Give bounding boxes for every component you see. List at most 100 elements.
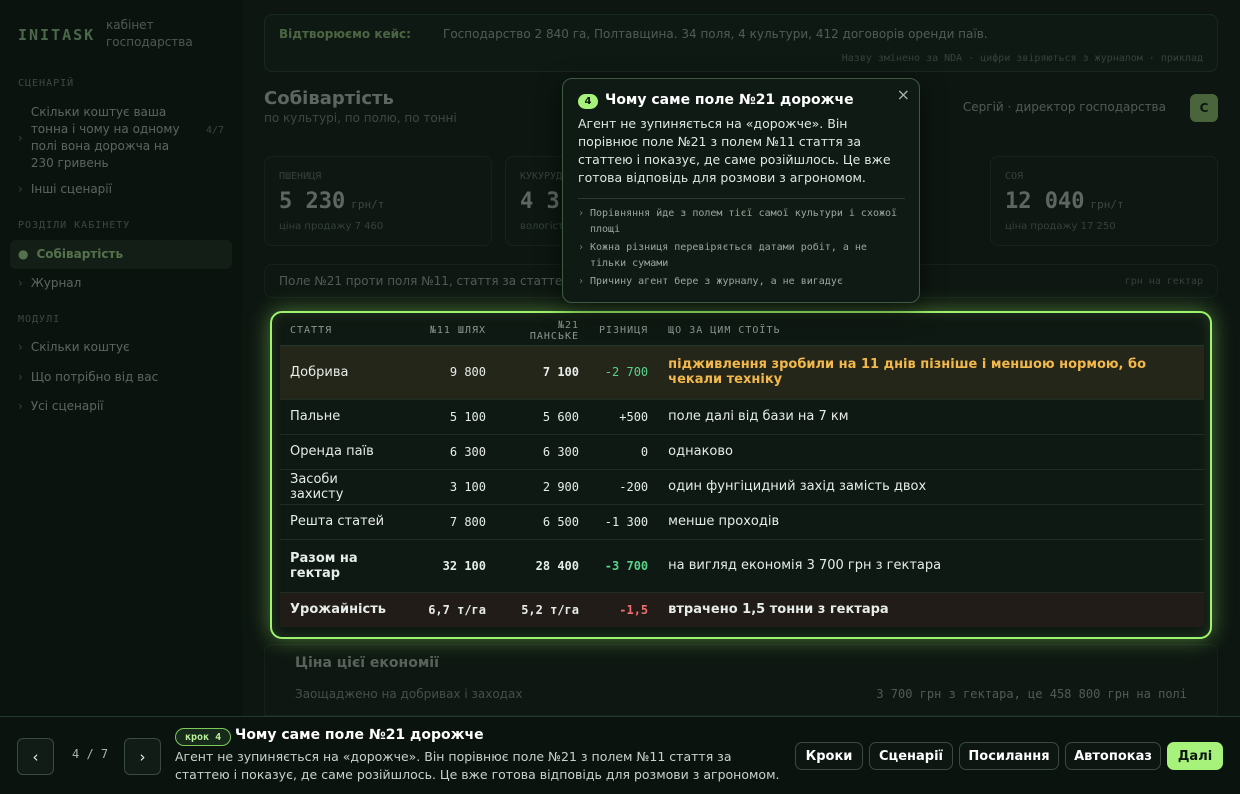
cell-diff: -1 300 [589, 504, 659, 540]
cell-field-11: 6 300 [404, 434, 496, 470]
cell-field-11: 3 100 [404, 469, 496, 505]
economy-panel: Ціна цієї економії Заощаджено на добрива… [264, 644, 1218, 716]
chevron-right-icon: › [18, 399, 23, 413]
sidebar-item-scenario[interactable]: › Скільки коштує ваша тонна і чому на од… [18, 104, 230, 172]
stat-label: ПШЕНИЦЯ [279, 171, 322, 182]
cell-field-11: 5 100 [404, 399, 496, 435]
sidebar-item-label: Собівартість [36, 247, 124, 261]
stat-card: СОЯ 12 040 грн/т ціна продажу 17 250 [990, 156, 1218, 246]
col-header-diff: РІЗНИЦЯ [589, 317, 659, 346]
cell-diff: -200 [589, 469, 659, 505]
sidebar-item-label: Скільки коштує ваша тонна і чому на одно… [30, 105, 180, 170]
popover-body: Агент не зупиняється на «дорожче». Він п… [578, 116, 891, 185]
link-button[interactable]: Посилання [959, 742, 1059, 770]
table-row: Оренда паїв 6 300 6 300 0 однаково [280, 434, 1204, 470]
table-header-row: СТАТТЯ №11 ШЛЯХ №21 ПАНСЬКЕ РІЗНИЦЯ ЩО З… [280, 317, 1204, 346]
scenario-label: Відтворюємо кейс: [279, 27, 411, 41]
cell-why: один фунгіцидний захід замість двох [658, 469, 1204, 505]
prev-step-button[interactable]: ‹ [17, 738, 54, 775]
autoplay-button[interactable]: Автопоказ [1065, 742, 1161, 770]
stat-unit: грн/т [1090, 198, 1124, 211]
stat-value: 4 3 [520, 189, 566, 214]
cell-field-21: 2 900 [496, 469, 589, 505]
table-row-yield: Урожайність 6,7 т/га 5,2 т/га -1,5 втрач… [280, 592, 1204, 627]
sidebar-section-sections: РОЗДІЛИ КАБІНЕТУ [18, 220, 131, 231]
stat-number: 5 230 [279, 189, 346, 214]
cell-why: менше проходів [658, 504, 1204, 540]
scenarios-button[interactable]: Сценарії [869, 742, 953, 770]
comparison-title: Поле №21 проти поля №11, стаття за статт… [279, 274, 573, 288]
step-title: Чому саме поле №21 дорожче [235, 727, 484, 743]
popover-bullet: Порівняння йде з полем тієї самої культу… [578, 206, 908, 238]
table-row: Добрива 9 800 7 100 -2 700 підживлення з… [280, 345, 1204, 400]
next-button[interactable]: Далі [1167, 742, 1223, 770]
cell-item: Засоби захисту [280, 469, 404, 505]
cell-diff: -3 700 [589, 539, 659, 593]
sidebar-section-modules: МОДУЛІ [18, 314, 61, 325]
sidebar-item-label: Що потрібно від вас [30, 370, 159, 384]
cell-item: Решта статей [280, 504, 404, 540]
sidebar-item-module-all[interactable]: › Усі сценарії [18, 398, 230, 415]
stat-note: ціна продажу 7 460 [279, 221, 384, 232]
sidebar-item-cost[interactable]: ● Собівартість [10, 240, 232, 269]
cell-diff: 0 [589, 434, 659, 470]
cell-field-11: 6,7 т/га [428, 602, 486, 617]
cell-field-21: 6 300 [496, 434, 589, 470]
chevron-right-icon: › [18, 370, 23, 384]
economy-value: 3 700 грн з гектара, це 458 800 грн на п… [876, 687, 1187, 701]
sidebar-item-label: Скільки коштує [30, 340, 130, 354]
brand-sub-line-2: господарства [106, 35, 193, 49]
avatar[interactable]: С [1190, 94, 1218, 122]
popover-bullets: Порівняння йде з полем тієї самої культу… [578, 206, 908, 292]
sidebar: INITASK кабінет господарства СЦЕНАРІЙ › … [0, 0, 242, 716]
cell-field-21: 7 100 [496, 345, 589, 400]
close-icon[interactable]: × [897, 85, 910, 104]
stat-value: 5 230 грн/т [279, 189, 384, 214]
next-step-button[interactable]: › [124, 738, 161, 775]
cell-diff: -2 700 [589, 345, 659, 400]
sidebar-section-scenario: СЦЕНАРІЙ [18, 78, 75, 89]
col-header-why: ЩО ЗА ЦИМ СТОЇТЬ [658, 317, 1204, 346]
page-subtitle: по культурі, по полю, по тонні [264, 111, 457, 125]
stat-card: ПШЕНИЦЯ 5 230 грн/т ціна продажу 7 460 [264, 156, 492, 246]
tour-bottom-bar: ‹ 4 / 7 › крок 4 Чому саме поле №21 доро… [0, 716, 1240, 794]
chevron-right-icon: › [18, 340, 23, 354]
user-name: Сергій · директор господарства [962, 100, 1166, 114]
sidebar-item-module-needs[interactable]: › Що потрібно від вас [18, 369, 230, 386]
cell-item: Добрива [280, 345, 404, 400]
tour-popover: 4 Чому саме поле №21 дорожче × Агент не … [562, 78, 920, 303]
step-description: Агент не зупиняється на «дорожче». Він п… [175, 749, 780, 782]
sidebar-item-label: Інші сценарії [30, 182, 112, 196]
table-row-total: Разом на гектар 32 100 28 400 -3 700 на … [280, 539, 1204, 593]
step-counter: 4 / 7 [72, 747, 109, 761]
sidebar-item-journal[interactable]: › Журнал [18, 275, 230, 292]
cell-field-21: 6 500 [496, 504, 589, 540]
cell-field-11: 9 800 [404, 345, 496, 400]
chevron-right-icon: › [18, 182, 23, 196]
cell-field-11: 32 100 [404, 539, 496, 593]
chevron-right-icon: › [18, 276, 23, 290]
cell-diff: -1,5 [619, 602, 649, 617]
cell-field-21: 5,2 т/га [521, 602, 579, 617]
table-row: Решта статей 7 800 6 500 -1 300 менше пр… [280, 504, 1204, 540]
cell-field-21: 5 600 [496, 399, 589, 435]
popover-title: Чому саме поле №21 дорожче [605, 92, 854, 108]
table-row: Пальне 5 100 5 600 +500 поле далі від ба… [280, 399, 1204, 435]
cell-why: втрачено 1,5 тонни з гектара [668, 602, 889, 618]
cell-why: поле далі від бази на 7 км [658, 399, 1204, 435]
step-badge: крок 4 [175, 728, 232, 746]
cell-field-21: 28 400 [496, 539, 589, 593]
popover-divider [578, 198, 905, 199]
sidebar-item-module-cost[interactable]: › Скільки коштує [18, 339, 230, 356]
brand-subtitle: кабінет господарства [106, 17, 193, 51]
cell-item: Оренда паїв [280, 434, 404, 470]
chevron-right-icon: › [18, 130, 23, 145]
table-row: Засоби захисту 3 100 2 900 -200 один фун… [280, 469, 1204, 505]
popover-bullet: Кожна різниця перевіряється датами робіт… [578, 240, 908, 272]
steps-button[interactable]: Кроки [795, 742, 863, 770]
scenario-value: Господарство 2 840 га, Полтавщина. 34 по… [443, 27, 988, 41]
col-header-item: СТАТТЯ [280, 317, 404, 346]
sidebar-item-other-scenarios[interactable]: › Інші сценарії [18, 181, 230, 198]
cell-item: Разом на гектар [280, 539, 404, 593]
stat-number: 4 3 [520, 189, 560, 214]
